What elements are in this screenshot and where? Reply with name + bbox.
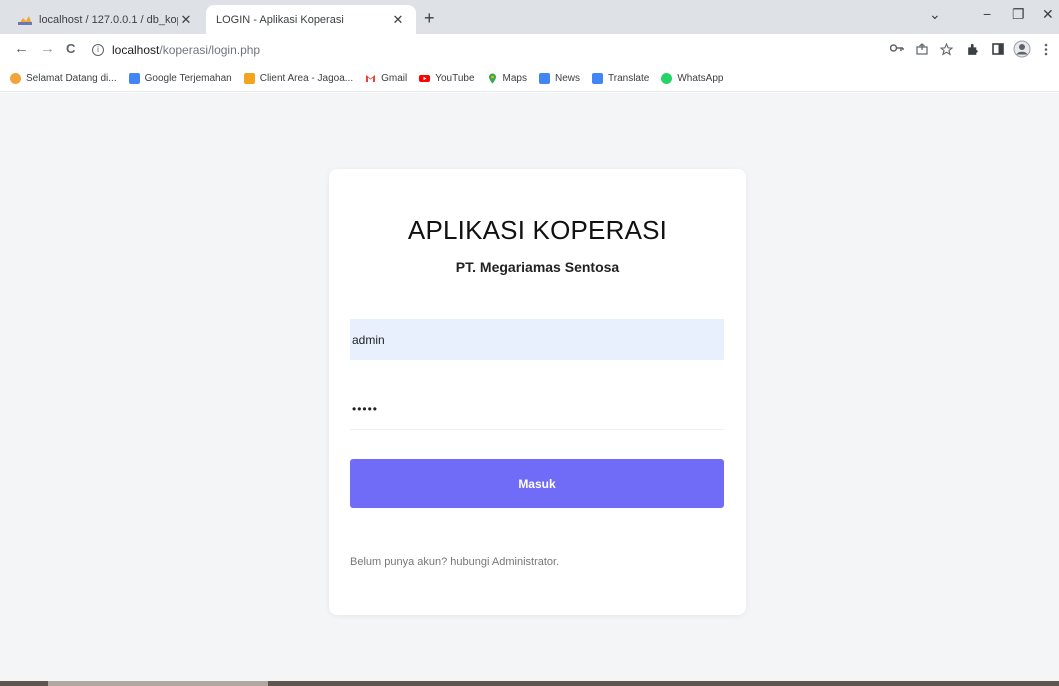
- bookmarks-bar: Selamat Datang di... Google Terjemahan C…: [0, 66, 1059, 92]
- sidepanel-icon[interactable]: [992, 43, 1004, 55]
- bookmark-client-area[interactable]: Client Area - Jagoa...: [243, 73, 354, 84]
- new-tab-button[interactable]: +: [424, 8, 435, 28]
- tab-phpmyadmin[interactable]: localhost / 127.0.0.1 / db_koper... ✕: [8, 5, 204, 34]
- news-icon: [538, 73, 550, 84]
- bookmark-label: Client Area - Jagoa...: [259, 73, 354, 84]
- bookmark-whatsapp[interactable]: WhatsApp: [661, 73, 723, 84]
- window-close-button[interactable]: ✕: [1042, 6, 1054, 23]
- register-hint: Belum punya akun? hubungi Administrator.: [350, 556, 560, 568]
- url-path: /koperasi/login.php: [159, 43, 261, 57]
- youtube-icon: [419, 75, 431, 82]
- extensions-icon[interactable]: [966, 43, 979, 56]
- minimize-button[interactable]: −: [983, 6, 991, 22]
- phpmyadmin-icon: [18, 16, 32, 25]
- whatsapp-icon: [661, 73, 673, 84]
- username-input[interactable]: [350, 319, 724, 360]
- profile-icon[interactable]: [1013, 40, 1031, 58]
- url-host: localhost: [112, 43, 160, 57]
- xampp-icon: [10, 73, 21, 84]
- bookmark-news[interactable]: News: [538, 73, 580, 84]
- browser-tabstrip: localhost / 127.0.0.1 / db_koper... ✕ LO…: [0, 0, 1059, 34]
- bookmark-label: Gmail: [381, 73, 408, 84]
- tab-title: LOGIN - Aplikasi Koperasi: [216, 13, 344, 26]
- bookmark-maps[interactable]: Maps: [487, 73, 527, 84]
- bookmark-label: News: [554, 73, 580, 84]
- close-tab-icon[interactable]: ✕: [390, 12, 406, 28]
- bookmark-translate[interactable]: Translate: [592, 73, 649, 84]
- taskbar-strip: [0, 681, 1059, 686]
- taskbar-segment: [48, 681, 268, 686]
- maps-icon: [488, 73, 496, 84]
- key-icon[interactable]: [890, 43, 904, 53]
- bookmark-gmail[interactable]: Gmail: [365, 73, 407, 84]
- page-content: APLIKASI KOPERASI PT. Megariamas Sentosa…: [0, 93, 1059, 681]
- gmail-icon: [366, 75, 376, 82]
- login-card: APLIKASI KOPERASI PT. Megariamas Sentosa…: [329, 169, 746, 615]
- app-title: APLIKASI KOPERASI: [407, 215, 668, 245]
- masuk-button[interactable]: Masuk: [350, 459, 724, 508]
- bookmark-label: Selamat Datang di...: [26, 73, 117, 84]
- tab-login-aplikasi-koperasi[interactable]: LOGIN - Aplikasi Koperasi ✕: [206, 5, 416, 34]
- address-bar[interactable]: i localhost/koperasi/login.php: [92, 39, 872, 61]
- bookmark-label: YouTube: [435, 73, 475, 84]
- restore-button[interactable]: ❐: [1012, 6, 1025, 23]
- bookmark-label: WhatsApp: [677, 73, 724, 84]
- menu-icon[interactable]: [1044, 43, 1048, 56]
- bookmark-label: Translate: [608, 73, 650, 84]
- bookmark-youtube[interactable]: YouTube: [419, 73, 475, 84]
- browser-toolbar: ← → C i localhost/koperasi/login.php: [0, 34, 1059, 66]
- close-tab-icon[interactable]: ✕: [178, 12, 194, 28]
- forward-button[interactable]: →: [40, 41, 55, 57]
- google-translate-icon: [592, 73, 603, 84]
- bookmark-label: Google Terjemahan: [144, 73, 232, 84]
- google-translate-icon: [128, 73, 140, 84]
- jagoan-hosting-icon: [243, 73, 255, 84]
- tab-search-icon[interactable]: ⌄: [929, 6, 941, 23]
- bookmark-label: Maps: [502, 73, 527, 84]
- star-icon[interactable]: [940, 43, 953, 56]
- site-info-icon[interactable]: i: [92, 44, 104, 56]
- tab-title: localhost / 127.0.0.1 / db_koper...: [39, 13, 178, 26]
- bookmark-selamat-datang[interactable]: Selamat Datang di...: [10, 73, 117, 84]
- share-icon[interactable]: [916, 43, 928, 55]
- company-name: PT. Megariamas Sentosa: [455, 259, 620, 275]
- reload-button[interactable]: C: [66, 41, 75, 57]
- bookmark-google-terjemahan[interactable]: Google Terjemahan: [128, 73, 232, 84]
- back-button[interactable]: ←: [14, 41, 29, 57]
- password-input[interactable]: [350, 389, 724, 430]
